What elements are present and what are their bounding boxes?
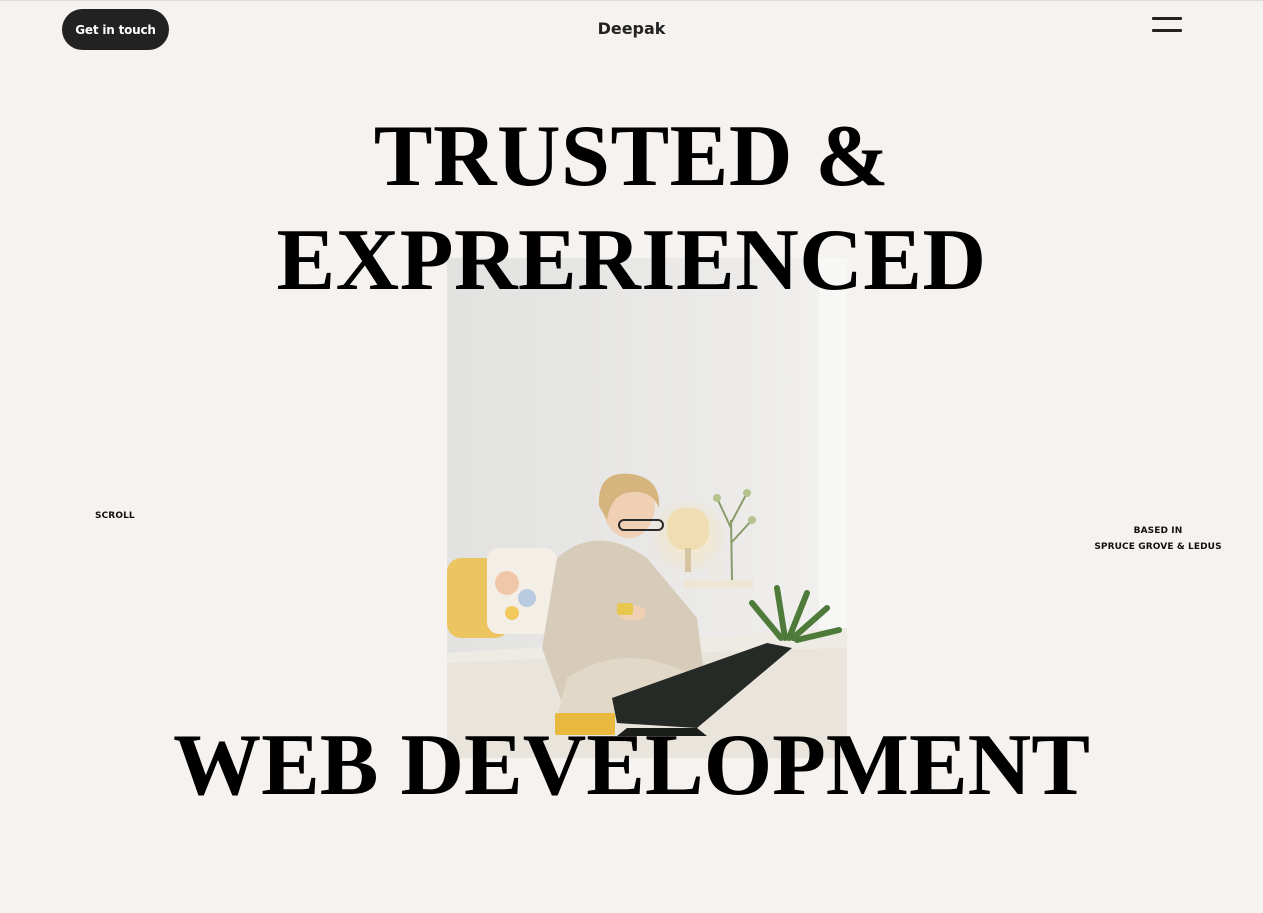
headline-line-3: WEB DEVELOPMENT	[173, 717, 1090, 814]
hamburger-menu-icon[interactable]	[1150, 16, 1184, 36]
location-block: BASED IN SPRUCE GROVE & LEDUS	[1088, 523, 1228, 555]
get-in-touch-button[interactable]: Get in touch	[62, 9, 169, 50]
location-label: BASED IN	[1133, 526, 1183, 536]
menu-line	[1152, 29, 1182, 32]
location-value: SPRUCE GROVE & LEDUS	[1094, 542, 1222, 552]
menu-line	[1152, 17, 1182, 20]
headline-line-1: TRUSTED &	[373, 108, 890, 205]
hero-photo	[447, 258, 847, 758]
headline-line-2: EXPRERIENCED	[276, 212, 987, 309]
scroll-indicator[interactable]: SCROLL	[95, 508, 135, 524]
brand-logo-container: Deepak	[0, 19, 1263, 38]
page: Get in touch Deepak TRUSTED & EXPRERIENC…	[0, 0, 1263, 913]
brand-logo[interactable]: Deepak	[598, 19, 666, 38]
